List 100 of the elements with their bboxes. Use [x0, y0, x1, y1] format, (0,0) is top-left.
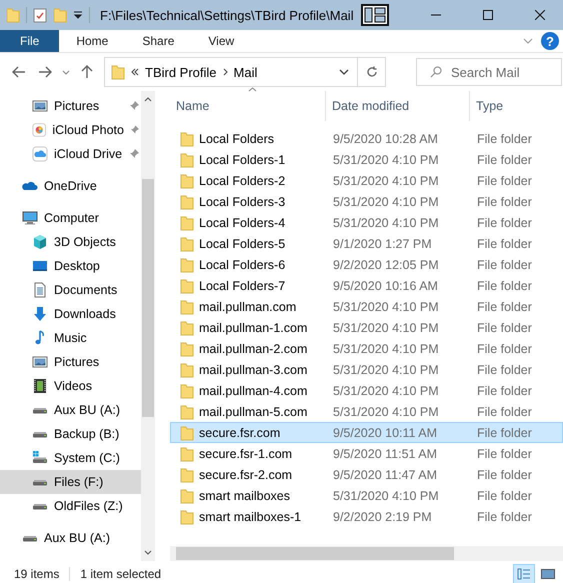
date-modified: 9/5/2020 11:47 AM — [332, 468, 438, 482]
file-type: File folder — [476, 468, 533, 482]
scrollbar[interactable] — [141, 91, 155, 561]
file-name: Local Folders-1 — [199, 152, 286, 166]
file-row[interactable]: mail.pullman-4.com 5/31/2020 4:10 PM File folder — [170, 380, 563, 401]
file-row[interactable]: mail.pullman-2.com 5/31/2020 4:10 PM File folder — [170, 338, 563, 359]
overflow-chevron-icon[interactable] — [131, 68, 139, 76]
sidebar-item[interactable]: Music — [0, 326, 141, 350]
breadcrumb[interactable]: Mail — [234, 64, 258, 80]
folder-icon — [180, 130, 194, 146]
sidebar-item[interactable]: Documents — [0, 278, 141, 302]
file-row[interactable]: mail.pullman-1.com 5/31/2020 4:10 PM File folder — [170, 317, 563, 338]
ribbon-tab[interactable]: Share — [125, 30, 192, 52]
breadcrumb[interactable]: TBird Profile — [145, 64, 217, 80]
date-modified: 9/2/2020 2:19 PM — [332, 510, 433, 524]
sidebar-item[interactable]: Desktop — [0, 254, 141, 278]
file-row[interactable]: Local Folders-4 5/31/2020 4:10 PM File folder — [170, 212, 563, 233]
file-type: File folder — [476, 236, 533, 250]
drive-icon — [32, 430, 48, 438]
large-icons-icon — [541, 568, 555, 580]
download-icon — [32, 306, 48, 322]
snap-layout-icon[interactable] — [361, 4, 389, 26]
file-row[interactable]: Local Folders-2 5/31/2020 4:10 PM File folder — [170, 170, 563, 191]
file-row[interactable]: secure.fsr-2.com 9/5/2020 11:47 AM File folder — [170, 464, 563, 485]
date-modified: 5/31/2020 4:10 PM — [332, 152, 440, 166]
folder-icon — [180, 508, 194, 524]
folder-icon — [6, 7, 20, 23]
file-row[interactable]: mail.pullman-3.com 5/31/2020 4:10 PM File folder — [170, 359, 563, 380]
sidebar-item[interactable]: 3D Objects — [0, 230, 141, 254]
sidebar-item[interactable]: iCloud Drive — [54, 147, 122, 161]
drive-icon — [22, 534, 38, 542]
dropdown-icon[interactable] — [73, 10, 83, 20]
sidebar-item[interactable]: Computer — [0, 206, 141, 230]
column-header[interactable]: Date modified — [326, 91, 470, 121]
folder-icon — [180, 172, 194, 188]
sidebar-item[interactable]: System (C:) — [0, 446, 141, 470]
file-row[interactable]: smart mailboxes 5/31/2020 4:10 PM File folder — [170, 485, 563, 506]
file-row[interactable]: smart mailboxes-1 9/2/2020 2:19 PM File folder — [170, 506, 563, 527]
column-header[interactable]: Name — [170, 91, 326, 121]
file-row[interactable]: Local Folders 9/5/2020 10:28 AM File folder — [170, 128, 563, 149]
file-name: Local Folders-3 — [199, 194, 286, 208]
scroll-up-icon[interactable] — [144, 97, 152, 102]
file-row[interactable]: Local Folders-5 9/1/2020 1:27 PM File folder — [170, 233, 563, 254]
dropdown-icon[interactable] — [339, 69, 349, 75]
date-modified: 5/31/2020 4:10 PM — [332, 194, 440, 208]
scrollbar[interactable] — [170, 546, 563, 561]
sidebar-item[interactable]: OneDrive — [0, 174, 141, 198]
picture-icon — [32, 354, 48, 370]
ribbon-tab[interactable]: Home — [59, 30, 126, 52]
search-icon — [430, 66, 442, 78]
file-row[interactable]: Local Folders-3 5/31/2020 4:10 PM File folder — [170, 191, 563, 212]
file-name: mail.pullman-5.com — [199, 404, 308, 418]
file-row[interactable]: secure.fsr-1.com 9/5/2020 11:51 AM File folder — [170, 443, 563, 464]
sidebar-item[interactable]: Files (F:) — [0, 470, 141, 494]
drive-icon — [32, 478, 48, 486]
sidebar-item[interactable]: Videos — [0, 374, 141, 398]
file-row[interactable]: mail.pullman.com 5/31/2020 4:10 PM File folder — [170, 296, 563, 317]
folder-icon — [180, 404, 194, 420]
sidebar-item[interactable]: Aux BU (A:) — [0, 398, 141, 422]
scroll-down-icon[interactable] — [144, 550, 152, 555]
sidebar-item[interactable]: Pictures — [54, 99, 100, 113]
ribbon-tab[interactable]: View — [191, 30, 252, 52]
file-name: smart mailboxes-1 — [199, 510, 302, 524]
window-title: F:\Files\Technical\Settings\TBird Profile\Mail — [99, 8, 355, 22]
file-row[interactable]: mail.pullman-5.com 5/31/2020 4:10 PM File folder — [170, 401, 563, 422]
help-button[interactable]: ? — [541, 32, 559, 50]
file-type: File folder — [476, 426, 533, 440]
address-bar[interactable]: TBird Profile Mail — [104, 57, 386, 87]
file-row[interactable]: Local Folders-1 5/31/2020 4:10 PM File folder — [170, 149, 563, 170]
expand-ribbon-icon[interactable] — [523, 38, 533, 44]
sidebar-item[interactable]: Backup (B:) — [0, 422, 141, 446]
search-field[interactable]: Search Mail — [416, 58, 562, 86]
maximize-icon — [483, 10, 493, 20]
file-row[interactable]: Local Folders-7 9/5/2020 10:16 AM File folder — [170, 275, 563, 296]
ribbon-tab[interactable]: File — [0, 30, 60, 52]
sidebar-item[interactable]: OldFiles (Z:) — [0, 494, 141, 518]
file-type: File folder — [476, 362, 533, 376]
file-name: smart mailboxes — [199, 488, 290, 502]
sidebar-item[interactable]: Pictures — [0, 350, 141, 374]
file-name: Local Folders-7 — [199, 278, 286, 292]
details-view-button[interactable] — [513, 564, 535, 583]
file-name: Local Folders-4 — [199, 216, 286, 230]
column-header[interactable]: Type — [470, 91, 563, 121]
folder-icon — [180, 466, 194, 482]
file-row[interactable]: Local Folders-6 9/2/2020 12:05 PM File folder — [170, 254, 563, 275]
file-name: mail.pullman.com — [199, 300, 296, 314]
sidebar-item[interactable]: iCloud Photo — [52, 123, 124, 137]
close-icon — [535, 10, 545, 20]
sidebar-item[interactable]: Aux BU (A:) — [0, 526, 141, 550]
folder-icon — [180, 320, 194, 336]
sidebar-item[interactable]: Downloads — [0, 302, 141, 326]
drive-icon — [32, 502, 48, 510]
file-name: Local Folders-5 — [199, 236, 286, 250]
properties-icon[interactable] — [33, 7, 47, 23]
chevron-icon[interactable] — [222, 68, 228, 76]
file-name: Local Folders-6 — [199, 258, 286, 272]
file-type: File folder — [476, 320, 533, 334]
file-row[interactable]: secure.fsr.com 9/5/2020 10:11 AM File folder — [170, 422, 563, 443]
cloud-icon — [32, 146, 48, 162]
file-name: mail.pullman-4.com — [199, 384, 308, 398]
